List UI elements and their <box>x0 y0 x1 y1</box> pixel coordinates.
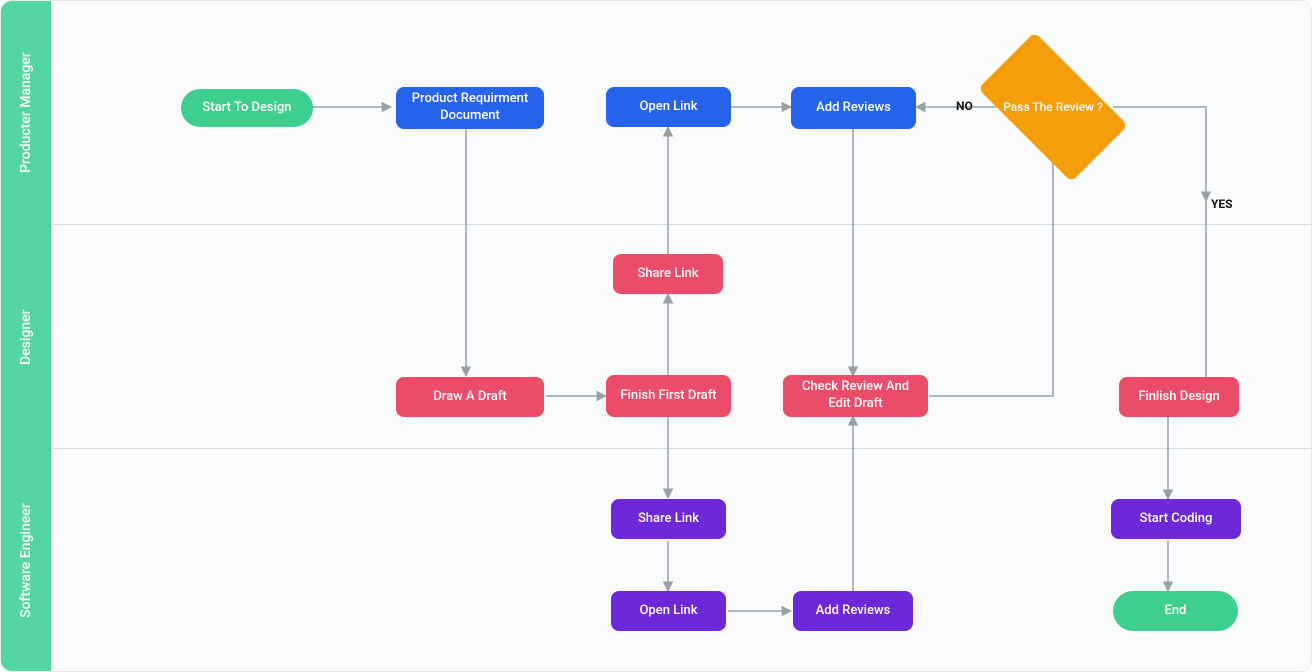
decision-yes-label: YES <box>1211 197 1233 211</box>
node-prd: Product Requirment Document <box>396 87 544 129</box>
node-decision: Pass The Review ? <box>998 67 1108 147</box>
node-add-reviews-se: Add Reviews <box>793 591 913 631</box>
lane-label-se: Software Engineer <box>1 449 51 672</box>
node-open-link-se: Open Link <box>611 591 726 631</box>
node-share-link-designer: Share Link <box>613 254 723 294</box>
node-finish-design: Finlish Design <box>1119 377 1239 417</box>
node-draw-draft: Draw A Draft <box>396 377 544 417</box>
node-start-coding: Start Coding <box>1111 499 1241 539</box>
lane-label-designer-text: Designer <box>18 309 34 365</box>
lane-label-designer: Designer <box>1 225 51 449</box>
node-check-review: Check Review And Edit Draft <box>783 375 928 417</box>
decision-no-label: NO <box>956 99 973 113</box>
node-finish-first-draft: Finish First Draft <box>606 375 731 417</box>
lane-se <box>51 449 1311 672</box>
node-share-link-se: Share Link <box>611 499 726 539</box>
node-end: End <box>1113 591 1238 631</box>
lane-label-pm: Producter Manager <box>1 1 51 225</box>
lane-label-se-text: Software Engineer <box>18 504 34 619</box>
lane-label-pm-text: Producter Manager <box>18 53 34 174</box>
node-open-link-pm: Open Link <box>606 87 731 127</box>
node-add-reviews-pm: Add Reviews <box>791 87 916 129</box>
swimlane-diagram: Producter Manager Designer Software Engi… <box>0 0 1312 672</box>
node-start: Start To Design <box>181 89 313 127</box>
